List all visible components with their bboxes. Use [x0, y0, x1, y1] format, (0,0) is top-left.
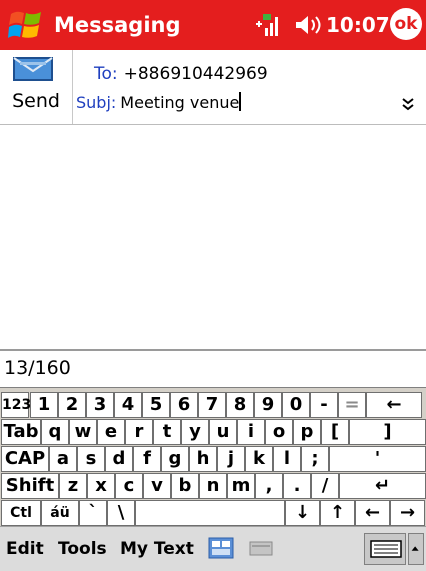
- speaker-icon[interactable]: [294, 13, 324, 37]
- ok-button[interactable]: ok: [390, 8, 422, 40]
- key-5[interactable]: 5: [142, 392, 170, 418]
- text-caret: [239, 92, 242, 111]
- arrow-left-key[interactable]: ←: [355, 500, 390, 526]
- send-button[interactable]: Send: [2, 54, 70, 118]
- menu-my-text[interactable]: My Text: [120, 539, 194, 559]
- key-8[interactable]: 8: [226, 392, 254, 418]
- subject-label: Subj:: [76, 93, 117, 112]
- equals-key[interactable]: =: [338, 392, 366, 418]
- arrow-down-key[interactable]: ↓: [285, 500, 320, 526]
- key-1[interactable]: 1: [30, 392, 58, 418]
- key-d[interactable]: d: [105, 446, 133, 472]
- to-label: To:: [94, 64, 118, 84]
- subject-field[interactable]: Subj: Meeting venue: [76, 92, 242, 112]
- key-l[interactable]: l: [273, 446, 301, 472]
- key-g[interactable]: g: [161, 446, 189, 472]
- envelope-icon: [13, 57, 53, 81]
- key-z[interactable]: z: [59, 473, 87, 499]
- key-a[interactable]: a: [49, 446, 77, 472]
- key-3[interactable]: 3: [86, 392, 114, 418]
- key-y[interactable]: y: [181, 419, 209, 445]
- menu-tools[interactable]: Tools: [58, 539, 107, 559]
- key-7[interactable]: 7: [198, 392, 226, 418]
- key-p[interactable]: p: [293, 419, 321, 445]
- input-panel-button[interactable]: [364, 533, 406, 565]
- arrow-right-key[interactable]: →: [390, 500, 425, 526]
- space-key[interactable]: [135, 500, 285, 526]
- comma-key[interactable]: ,: [255, 473, 283, 499]
- arrow-up-key[interactable]: ↑: [320, 500, 355, 526]
- contacts-icon[interactable]: [208, 537, 234, 559]
- caps-key[interactable]: CAP: [1, 446, 49, 472]
- message-header: Send To: +886910442969 Subj: Meeting venue: [0, 50, 426, 125]
- key-n[interactable]: n: [199, 473, 227, 499]
- windows-flag-icon[interactable]: [8, 8, 44, 42]
- key-k[interactable]: k: [245, 446, 273, 472]
- bracket-left-key[interactable]: [: [321, 419, 349, 445]
- enter-key[interactable]: ↵: [339, 473, 426, 499]
- minus-key[interactable]: -: [310, 392, 338, 418]
- key-9[interactable]: 9: [254, 392, 282, 418]
- key-u[interactable]: u: [209, 419, 237, 445]
- keyboard-icon: [370, 540, 402, 558]
- accents-key[interactable]: áü: [41, 500, 79, 526]
- key-0[interactable]: 0: [282, 392, 310, 418]
- character-counter: 13/160: [4, 357, 71, 379]
- bracket-right-key[interactable]: ]: [349, 419, 426, 445]
- backtick-key[interactable]: `: [79, 500, 107, 526]
- key-c[interactable]: c: [115, 473, 143, 499]
- chevron-up-icon: [411, 546, 419, 551]
- quote-key[interactable]: ': [329, 446, 426, 472]
- key-m[interactable]: m: [227, 473, 255, 499]
- ctrl-key[interactable]: Ctl: [1, 500, 41, 526]
- key-o[interactable]: o: [265, 419, 293, 445]
- subject-value: Meeting venue: [120, 93, 240, 112]
- key-4[interactable]: 4: [114, 392, 142, 418]
- menu-bar: Edit Tools My Text: [0, 526, 426, 571]
- app-title: Messaging: [54, 13, 181, 37]
- send-label: Send: [12, 90, 60, 112]
- tab-key[interactable]: Tab: [1, 419, 41, 445]
- to-value: +886910442969: [123, 64, 268, 84]
- key-w[interactable]: w: [69, 419, 97, 445]
- slash-key[interactable]: /: [311, 473, 339, 499]
- period-key[interactable]: .: [283, 473, 311, 499]
- message-body[interactable]: [0, 125, 426, 349]
- key-x[interactable]: x: [87, 473, 115, 499]
- title-bar: Messaging 10:07 ok: [0, 0, 426, 50]
- key-j[interactable]: j: [217, 446, 245, 472]
- key-s[interactable]: s: [77, 446, 105, 472]
- character-counter-bar: 13/160: [0, 349, 426, 387]
- key-t[interactable]: t: [153, 419, 181, 445]
- input-panel-arrow[interactable]: [408, 533, 424, 565]
- key-r[interactable]: r: [125, 419, 153, 445]
- key-v[interactable]: v: [143, 473, 171, 499]
- key-f[interactable]: f: [133, 446, 161, 472]
- key-6[interactable]: 6: [170, 392, 198, 418]
- key-e[interactable]: e: [97, 419, 125, 445]
- soft-keyboard: 123 1 2 3 4 5 6 7 8 9 0- = ← Tab q w e r t y u i o p[] CAP a s d f g h…: [0, 387, 426, 527]
- menu-edit[interactable]: Edit: [6, 539, 44, 559]
- key-i[interactable]: i: [237, 419, 265, 445]
- backspace-key[interactable]: ←: [366, 392, 422, 418]
- semicolon-key[interactable]: ;: [301, 446, 329, 472]
- clock[interactable]: 10:07: [326, 13, 390, 37]
- to-field[interactable]: To: +886910442969: [94, 64, 268, 84]
- header-divider: [72, 50, 73, 124]
- backslash-key[interactable]: \: [107, 500, 135, 526]
- card-icon[interactable]: [248, 537, 274, 559]
- signal-icon[interactable]: [254, 12, 284, 38]
- shift-key[interactable]: Shift: [1, 473, 59, 499]
- numbers-key[interactable]: 123: [1, 392, 31, 418]
- key-2[interactable]: 2: [58, 392, 86, 418]
- key-b[interactable]: b: [171, 473, 199, 499]
- key-h[interactable]: h: [189, 446, 217, 472]
- key-q[interactable]: q: [41, 419, 69, 445]
- double-chevron-down-icon[interactable]: [400, 96, 416, 112]
